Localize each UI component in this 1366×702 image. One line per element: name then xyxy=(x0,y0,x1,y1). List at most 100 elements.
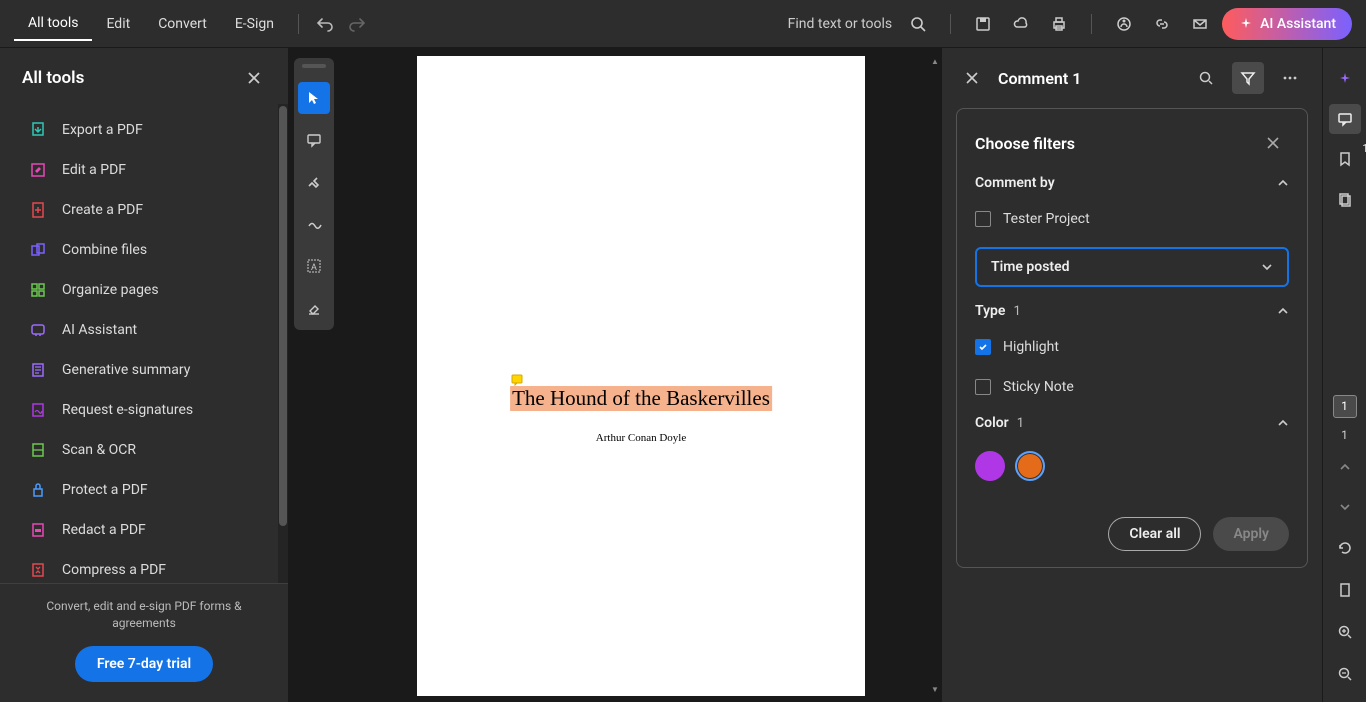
tool-label: Generative summary xyxy=(62,362,190,378)
divider xyxy=(950,14,951,34)
rail-nav-up[interactable] xyxy=(1329,452,1361,482)
rail-nav-down[interactable] xyxy=(1329,492,1361,522)
compress-icon xyxy=(28,560,48,580)
search-icon xyxy=(1198,70,1214,86)
search-icon[interactable] xyxy=(902,8,934,40)
tool-generative-summary[interactable]: Generative summary xyxy=(22,350,278,390)
rail-fit-icon[interactable] xyxy=(1329,574,1361,606)
rail-rotate-icon[interactable] xyxy=(1329,532,1361,564)
top-menu-bar: All tools Edit Convert E-Sign Find text … xyxy=(0,0,1366,48)
export-icon xyxy=(28,120,48,140)
panel-title: Comment 1 xyxy=(998,69,1180,88)
filter-type-highlight[interactable]: Highlight xyxy=(975,335,1289,359)
share-icon[interactable] xyxy=(1108,8,1140,40)
more-options-button[interactable] xyxy=(1274,62,1306,94)
menu-convert[interactable]: Convert xyxy=(144,8,221,40)
chevron-down-icon xyxy=(1261,261,1273,273)
eraser-tool[interactable] xyxy=(298,292,330,324)
save-icon[interactable] xyxy=(967,8,999,40)
chevron-up-icon xyxy=(1277,305,1289,317)
filter-section-type[interactable]: Type1 xyxy=(975,303,1289,319)
filters-title: Choose filters xyxy=(975,134,1075,153)
ai-assistant-button[interactable]: AI Assistant xyxy=(1222,8,1352,40)
scroll-down-icon[interactable]: ▼ xyxy=(930,684,940,694)
clear-all-button[interactable]: Clear all xyxy=(1108,517,1201,551)
filter-type-sticky-note[interactable]: Sticky Note xyxy=(975,375,1289,399)
free-trial-button[interactable]: Free 7-day trial xyxy=(75,646,213,682)
badge-count: 1 xyxy=(1362,142,1366,155)
tool-compress-pdf[interactable]: Compress a PDF xyxy=(22,550,278,583)
draw-tool[interactable] xyxy=(298,208,330,240)
tool-label: Scan & OCR xyxy=(62,442,136,458)
close-filters-button[interactable] xyxy=(1257,127,1289,159)
mail-icon[interactable] xyxy=(1184,8,1216,40)
pdf-page[interactable]: The Hound of the Baskervilles Arthur Con… xyxy=(417,56,865,696)
tool-request-esignatures[interactable]: Request e-signatures xyxy=(22,390,278,430)
rail-zoom-in-icon[interactable] xyxy=(1329,616,1361,648)
sidebar-scrollbar[interactable] xyxy=(278,104,288,583)
annotation-toolbar: A xyxy=(288,48,340,702)
sidebar-title: All tools xyxy=(22,68,84,88)
tool-organize-pages[interactable]: Organize pages xyxy=(22,270,278,310)
highlight-tool[interactable] xyxy=(298,166,330,198)
search-comments-button[interactable] xyxy=(1190,62,1222,94)
tool-label: Protect a PDF xyxy=(62,482,148,498)
tool-ai-assistant[interactable]: AI Assistant xyxy=(22,310,278,350)
comments-panel: Comment 1 Choose filters Comment by Test… xyxy=(942,48,1322,702)
scan-icon xyxy=(28,440,48,460)
filter-section-comment-by[interactable]: Comment by xyxy=(975,175,1289,191)
tool-label: Combine files xyxy=(62,242,147,258)
checkbox-unchecked xyxy=(975,379,991,395)
apply-button[interactable]: Apply xyxy=(1213,517,1289,551)
menu-all-tools[interactable]: All tools xyxy=(14,7,92,41)
page-count: 1 xyxy=(1341,428,1348,442)
redo-button[interactable] xyxy=(341,8,373,40)
tool-edit-pdf[interactable]: Edit a PDF xyxy=(22,150,278,190)
document-title-highlighted[interactable]: The Hound of the Baskervilles xyxy=(510,386,772,411)
toolbar-drag-handle[interactable] xyxy=(302,64,326,68)
rail-comments-icon[interactable] xyxy=(1329,104,1361,134)
tool-redact-pdf[interactable]: Redact a PDF xyxy=(22,510,278,550)
divider xyxy=(1091,14,1092,34)
organize-icon xyxy=(28,280,48,300)
checkbox-unchecked xyxy=(975,211,991,227)
rail-zoom-out-icon[interactable] xyxy=(1329,658,1361,690)
tool-label: Redact a PDF xyxy=(62,522,146,538)
tool-label: Export a PDF xyxy=(62,122,143,138)
signature-icon xyxy=(28,400,48,420)
combine-icon xyxy=(28,240,48,260)
filter-color-purple[interactable] xyxy=(975,451,1005,481)
rail-ai-icon[interactable] xyxy=(1329,64,1361,94)
link-icon[interactable] xyxy=(1146,8,1178,40)
close-sidebar-button[interactable] xyxy=(238,62,270,94)
close-panel-button[interactable] xyxy=(956,62,988,94)
filter-color-orange-selected[interactable] xyxy=(1015,451,1045,481)
sidebar-all-tools: All tools Export a PDF Edit a PDF Create… xyxy=(0,48,288,702)
undo-button[interactable] xyxy=(309,8,341,40)
tool-export-pdf[interactable]: Export a PDF xyxy=(22,110,278,150)
cloud-icon[interactable] xyxy=(1005,8,1037,40)
filter-section-color[interactable]: Color1 xyxy=(975,415,1289,431)
filter-time-posted[interactable]: Time posted xyxy=(975,247,1289,287)
tool-combine-files[interactable]: Combine files xyxy=(22,230,278,270)
filter-icon xyxy=(1240,70,1256,86)
sticky-note-icon[interactable] xyxy=(511,374,523,386)
document-canvas[interactable]: The Hound of the Baskervilles Arthur Con… xyxy=(340,48,942,702)
tool-create-pdf[interactable]: Create a PDF xyxy=(22,190,278,230)
filter-author-tester-project[interactable]: Tester Project xyxy=(975,207,1289,231)
menu-edit[interactable]: Edit xyxy=(92,8,144,40)
tool-protect-pdf[interactable]: Protect a PDF xyxy=(22,470,278,510)
menu-esign[interactable]: E-Sign xyxy=(221,8,288,40)
scroll-up-icon[interactable]: ▲ xyxy=(930,56,940,66)
select-tool[interactable] xyxy=(298,82,330,114)
print-icon[interactable] xyxy=(1043,8,1075,40)
tool-scan-ocr[interactable]: Scan & OCR xyxy=(22,430,278,470)
text-tool[interactable]: A xyxy=(298,250,330,282)
comment-tool[interactable] xyxy=(298,124,330,156)
page-indicator[interactable]: 1 xyxy=(1333,395,1357,418)
rail-pages-icon[interactable] xyxy=(1329,185,1361,215)
filter-button[interactable] xyxy=(1232,62,1264,94)
tool-label: Request e-signatures xyxy=(62,402,193,418)
ai-icon xyxy=(28,320,48,340)
rail-bookmark-icon[interactable]: 1 xyxy=(1329,144,1361,174)
